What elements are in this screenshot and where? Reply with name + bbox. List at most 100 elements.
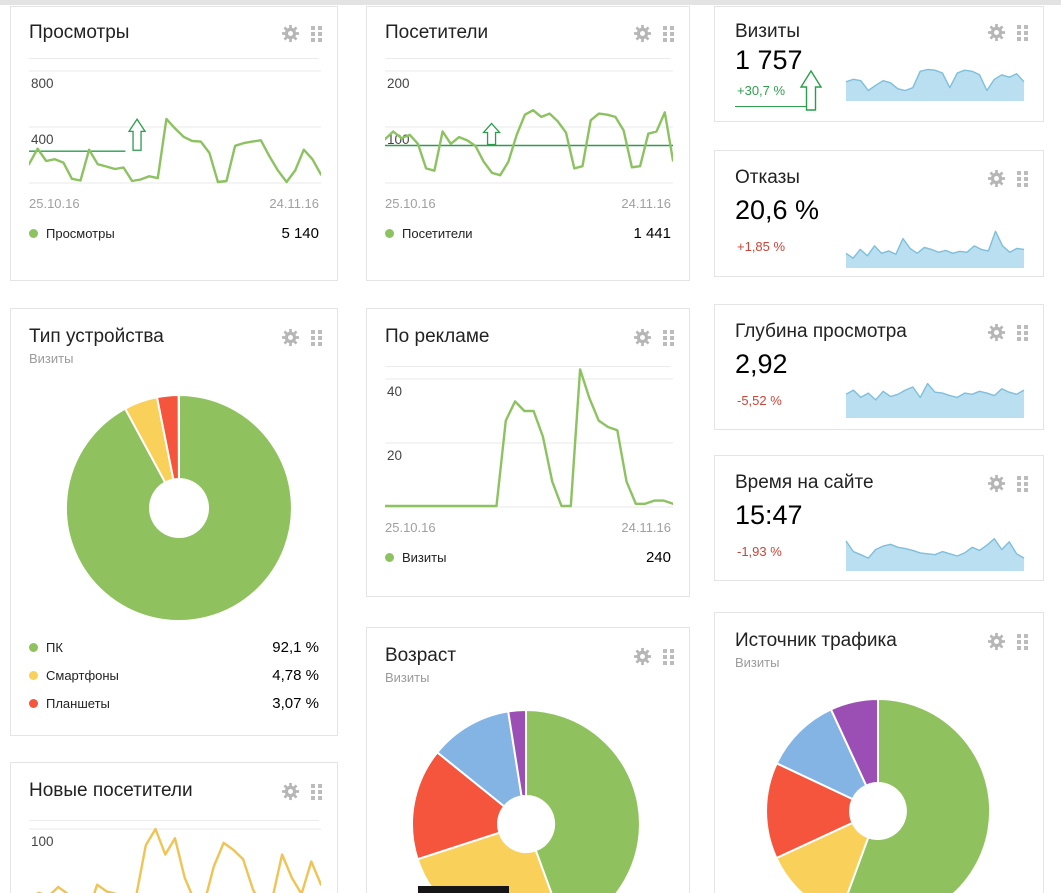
svg-text:200: 200 bbox=[387, 76, 410, 91]
widget-new-visitors-title: Новые посетители bbox=[29, 780, 193, 802]
device-type-donut-chart[interactable] bbox=[65, 394, 293, 622]
visits-value: 1 757 bbox=[735, 45, 803, 76]
widget-traffic-title: Источник трафика bbox=[735, 630, 897, 652]
legend-row[interactable]: Просмотры 5 140 bbox=[11, 211, 337, 242]
drag-handle-icon[interactable] bbox=[311, 330, 322, 346]
up-arrow-icon bbox=[799, 69, 823, 112]
drag-handle-icon[interactable] bbox=[663, 649, 674, 665]
top-strip bbox=[0, 0, 1061, 5]
gear-icon[interactable] bbox=[633, 328, 652, 347]
legend-label: Визиты bbox=[402, 550, 446, 565]
views-line-chart[interactable]: 800400 bbox=[29, 59, 321, 191]
date-start: 25.10.16 bbox=[29, 196, 80, 211]
legend-value: 4,78 % bbox=[272, 667, 319, 684]
legend-row[interactable]: Визиты 240 bbox=[367, 535, 689, 566]
widget-new-visitors: Новые посетители 100 bbox=[10, 762, 338, 893]
legend-row[interactable]: Посетители 1 441 bbox=[367, 211, 689, 242]
widget-age-title: Возраст bbox=[385, 645, 456, 667]
widget-depth: Глубина просмотра 2,92 -5,52 % bbox=[714, 304, 1044, 430]
gear-icon[interactable] bbox=[987, 474, 1006, 493]
gear-icon[interactable] bbox=[633, 24, 652, 43]
date-end: 24.11.16 bbox=[621, 520, 671, 535]
gear-icon[interactable] bbox=[987, 23, 1006, 42]
widget-views-title: Просмотры bbox=[29, 22, 129, 44]
legend-dot bbox=[29, 643, 38, 652]
gear-icon[interactable] bbox=[987, 323, 1006, 342]
widget-bounces: Отказы 20,6 % +1,85 % bbox=[714, 150, 1044, 277]
time-value: 15:47 bbox=[735, 500, 803, 531]
widget-visitors-title: Посетители bbox=[385, 22, 488, 44]
widget-time-title: Время на сайте bbox=[735, 472, 874, 494]
drag-handle-icon[interactable] bbox=[1017, 171, 1028, 187]
depth-value: 2,92 bbox=[735, 349, 788, 380]
widget-traffic-source: Источник трафика Визиты bbox=[714, 612, 1044, 893]
drag-handle-icon[interactable] bbox=[663, 330, 674, 346]
drag-handle-icon[interactable] bbox=[1017, 25, 1028, 41]
legend-label: Посетители bbox=[402, 226, 473, 241]
drag-handle-icon[interactable] bbox=[1017, 634, 1028, 650]
visits-change: +30,7 % bbox=[737, 83, 785, 98]
drag-handle-icon[interactable] bbox=[1017, 476, 1028, 492]
annotation-underline bbox=[735, 106, 807, 107]
legend-value: 92,1 % bbox=[272, 639, 319, 656]
widget-visitors: Посетители 200100 25.10.16 24.11.16 Посе… bbox=[366, 6, 690, 281]
date-start: 25.10.16 bbox=[385, 520, 436, 535]
widget-time-on-site: Время на сайте 15:47 -1,93 % bbox=[714, 455, 1044, 581]
widget-age: Возраст Визиты bbox=[366, 627, 690, 893]
time-change: -1,93 % bbox=[737, 544, 782, 559]
legend-dot bbox=[29, 671, 38, 680]
svg-text:800: 800 bbox=[31, 76, 54, 91]
legend-dot bbox=[29, 699, 38, 708]
drag-handle-icon[interactable] bbox=[1017, 325, 1028, 341]
cropped-black-bar bbox=[418, 886, 509, 893]
legend-label: Смартфоны bbox=[46, 668, 119, 683]
widget-views: Просмотры 800400 25.10.16 24.11.16 Просм… bbox=[10, 6, 338, 281]
device-type-legend: ПК 92,1 % Смартфоны 4,78 % Планшеты 3,07… bbox=[29, 639, 319, 723]
gear-icon[interactable] bbox=[987, 632, 1006, 651]
widget-device-subtitle: Визиты bbox=[11, 348, 337, 366]
traffic-source-donut-chart[interactable] bbox=[765, 698, 991, 893]
age-donut-chart[interactable] bbox=[411, 709, 641, 893]
legend-label: Просмотры bbox=[46, 226, 115, 241]
gear-icon[interactable] bbox=[987, 169, 1006, 188]
drag-handle-icon[interactable] bbox=[663, 26, 674, 42]
widget-ads-title: По рекламе bbox=[385, 326, 489, 348]
legend-dot bbox=[385, 553, 394, 562]
legend-dot bbox=[29, 229, 38, 238]
legend-value: 1 441 bbox=[633, 225, 671, 242]
depth-sparkline bbox=[845, 371, 1025, 419]
widget-visits-title: Визиты bbox=[735, 21, 800, 43]
visits-sparkline bbox=[845, 62, 1025, 102]
legend-row[interactable]: Смартфоны 4,78 % bbox=[29, 667, 319, 695]
legend-value: 240 bbox=[646, 549, 671, 566]
legend-row[interactable]: Планшеты 3,07 % bbox=[29, 695, 319, 723]
gear-icon[interactable] bbox=[281, 24, 300, 43]
depth-change: -5,52 % bbox=[737, 393, 782, 408]
widget-ads: По рекламе 40 20 25.10.16 24.11.16 Визиты… bbox=[366, 308, 690, 597]
svg-text:100: 100 bbox=[31, 834, 54, 849]
svg-text:40: 40 bbox=[387, 384, 402, 399]
bounces-sparkline bbox=[845, 215, 1025, 269]
date-start: 25.10.16 bbox=[385, 196, 436, 211]
legend-value: 3,07 % bbox=[272, 695, 319, 712]
widget-age-subtitle: Визиты bbox=[367, 667, 689, 685]
widget-device-type: Тип устройства Визиты ПК 92,1 % Смартфон… bbox=[10, 308, 338, 736]
time-sparkline bbox=[845, 524, 1025, 572]
drag-handle-icon[interactable] bbox=[311, 26, 322, 42]
widget-bounces-title: Отказы bbox=[735, 167, 800, 189]
widget-visits: Визиты 1 757 +30,7 % bbox=[714, 6, 1044, 122]
gear-icon[interactable] bbox=[281, 328, 300, 347]
metrica-dashboard: { "colors": { "chart_green": "#8cc260", … bbox=[0, 0, 1061, 893]
gear-icon[interactable] bbox=[633, 647, 652, 666]
date-end: 24.11.16 bbox=[269, 196, 319, 211]
bounces-change: +1,85 % bbox=[737, 239, 785, 254]
legend-label: Планшеты bbox=[46, 696, 110, 711]
svg-text:20: 20 bbox=[387, 448, 402, 463]
gear-icon[interactable] bbox=[281, 782, 300, 801]
drag-handle-icon[interactable] bbox=[311, 784, 322, 800]
ads-line-chart[interactable]: 40 20 bbox=[385, 367, 673, 515]
visitors-line-chart[interactable]: 200100 bbox=[385, 59, 673, 191]
legend-row[interactable]: ПК 92,1 % bbox=[29, 639, 319, 667]
new-visitors-line-chart[interactable]: 100 bbox=[29, 821, 321, 893]
legend-dot bbox=[385, 229, 394, 238]
